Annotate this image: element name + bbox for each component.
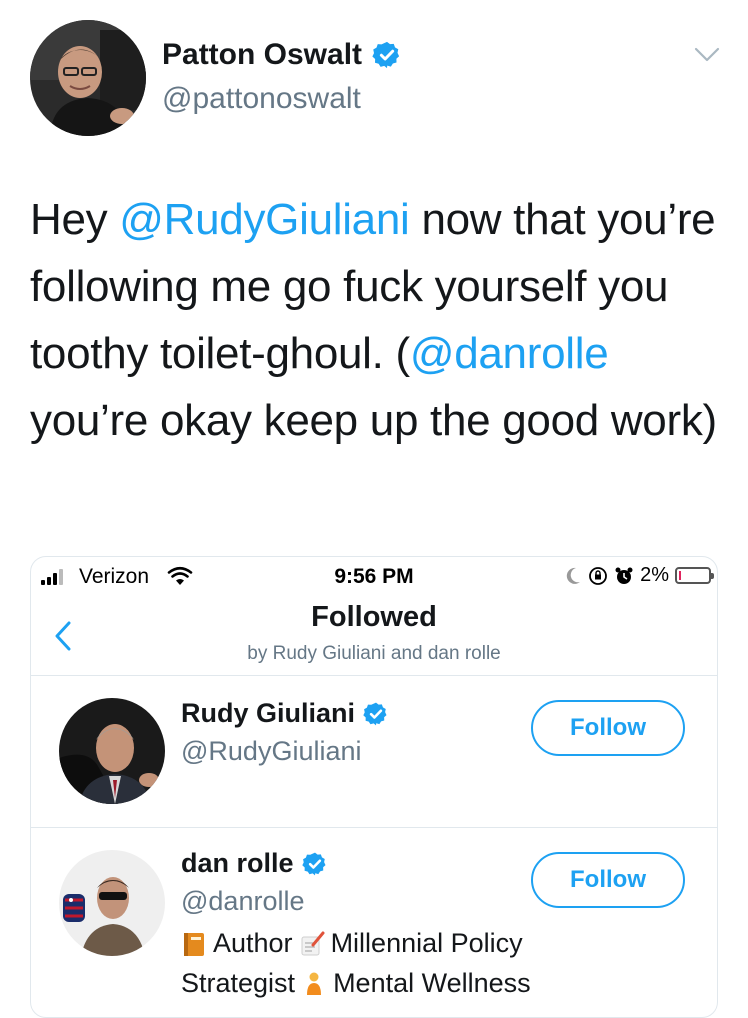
avatar[interactable]: [59, 698, 165, 804]
mention-link[interactable]: @danrolle: [410, 329, 609, 378]
chevron-down-icon[interactable]: [694, 46, 720, 64]
tweet-text-part: Hey: [30, 195, 120, 244]
user-name[interactable]: Rudy Giuliani: [181, 698, 355, 729]
user-handle: @RudyGiuliani: [181, 736, 362, 766]
list-item[interactable]: dan rolle @danrolle Follow Author Millen…: [31, 828, 717, 1017]
book-emoji-icon: [184, 932, 204, 956]
user-bio-line: Author Millennial Policy: [181, 928, 523, 959]
battery-icon: [675, 567, 714, 584]
user-bio-line: Strategist Mental Wellness: [181, 968, 531, 999]
bio-text: Strategist: [181, 968, 296, 998]
orientation-lock-icon: [589, 566, 607, 585]
attached-screenshot[interactable]: Verizon 9:56 PM 2% Followed by Rudy Giul…: [30, 556, 718, 1018]
user-name-row: Rudy Giuliani: [181, 698, 389, 729]
moon-icon: [566, 567, 581, 584]
author-name-row: Patton Oswalt: [162, 38, 402, 72]
verified-badge-icon: [363, 702, 387, 725]
user-name-row: dan rolle: [181, 848, 328, 879]
author-name[interactable]: Patton Oswalt: [162, 38, 362, 72]
follow-button[interactable]: Follow: [531, 700, 685, 756]
list-item[interactable]: Rudy Giuliani @RudyGiuliani Follow: [31, 676, 717, 826]
user-handle: @danrolle: [181, 886, 305, 916]
avatar[interactable]: [59, 850, 165, 956]
bio-text: Millennial Policy: [330, 928, 523, 958]
person-meditating-emoji-icon: [307, 972, 322, 995]
status-right-group: 2%: [564, 564, 714, 587]
page-subtitle: by Rudy Giuliani and dan rolle: [247, 643, 501, 664]
user-name[interactable]: dan rolle: [181, 848, 294, 879]
author-avatar[interactable]: [30, 20, 146, 136]
verified-badge-icon: [372, 41, 400, 69]
status-bar: Verizon 9:56 PM 2%: [31, 557, 717, 597]
follow-button[interactable]: Follow: [531, 852, 685, 908]
bio-text: Mental Wellness: [333, 968, 531, 998]
memo-emoji-icon: [301, 931, 325, 955]
mention-link[interactable]: @RudyGiuliani: [119, 195, 410, 244]
tweet-text: Hey @RudyGiuliani now that you’re follow…: [30, 186, 720, 454]
author-handle[interactable]: @pattonoswalt: [162, 82, 361, 116]
alarm-icon: [615, 567, 633, 584]
bio-text: Author: [213, 928, 293, 958]
battery-percent: 2%: [640, 564, 669, 586]
verified-badge-icon: [301, 852, 326, 875]
tweet-text-part: you’re okay keep up the good work): [30, 396, 717, 445]
page-title: Followed: [311, 601, 437, 633]
